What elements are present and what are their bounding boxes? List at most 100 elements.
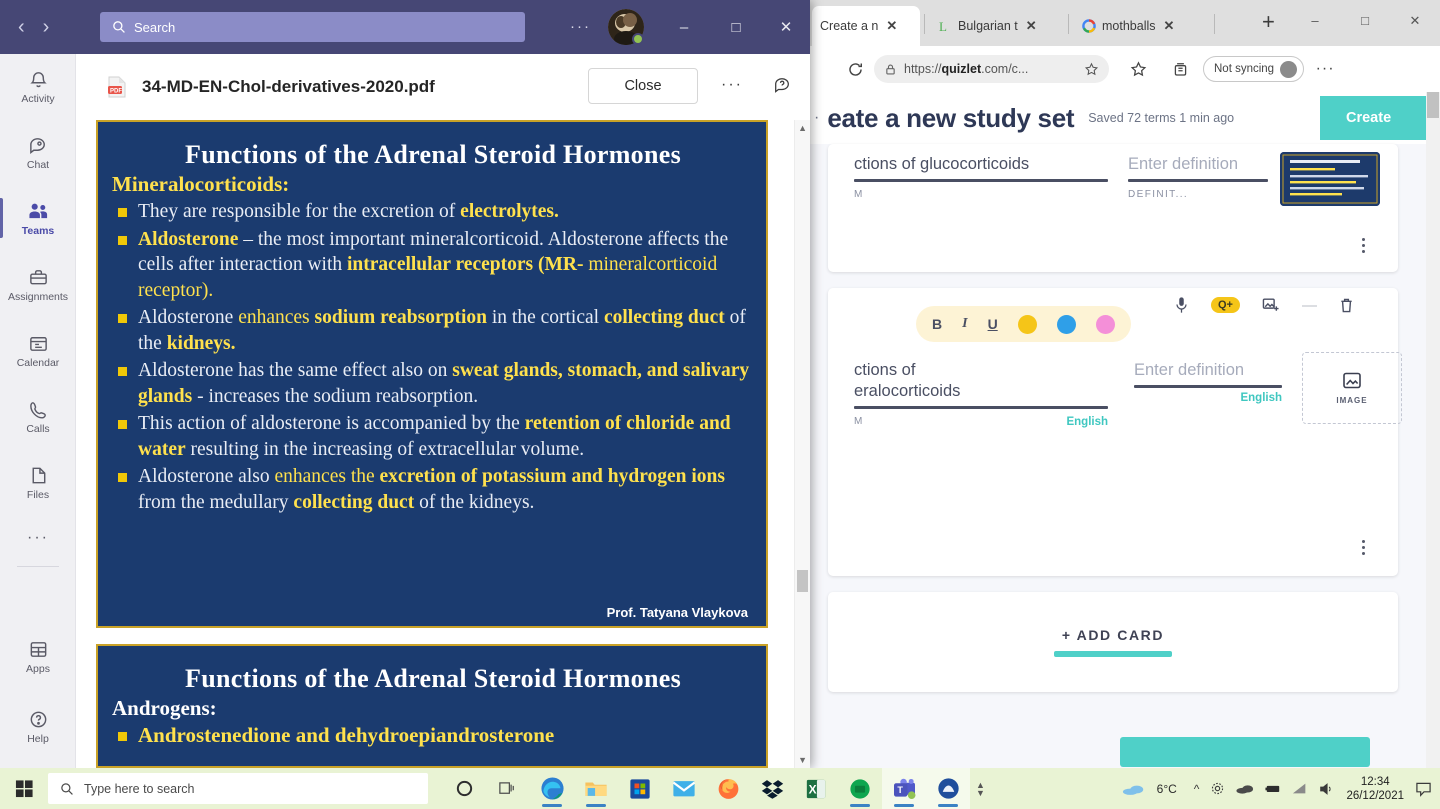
edge-settings-more-icon[interactable]: ···	[1310, 54, 1340, 84]
add-card-section[interactable]: + ADD CARD	[828, 592, 1398, 692]
browser-tab-3[interactable]: mothballs ✕	[1074, 6, 1210, 46]
pdf-document-viewport[interactable]: Functions of the Adrenal Steroid Hormone…	[76, 120, 810, 768]
firefox-logo-icon	[718, 779, 738, 799]
card-options-kebab-2[interactable]	[1362, 540, 1365, 558]
sidebar-item-calls[interactable]: Calls	[0, 384, 76, 450]
tab-close-icon[interactable]: ✕	[1164, 18, 1175, 34]
slide-author: Prof. Tatyana Vlaykova	[606, 605, 748, 620]
volume-icon[interactable]	[1319, 782, 1335, 796]
weather-temperature[interactable]: 6°C	[1157, 782, 1177, 796]
dropbox-icon[interactable]	[750, 768, 794, 809]
bottom-create-button[interactable]	[1120, 737, 1370, 767]
bold-button[interactable]: B	[932, 316, 942, 332]
pdf-scrollbar-thumb[interactable]	[797, 570, 808, 592]
feedback-icon[interactable]	[773, 76, 791, 99]
taskbar-search-box[interactable]: Type here to search	[48, 773, 428, 804]
sidebar-item-teams[interactable]: Teams	[0, 186, 76, 252]
add-image-icon[interactable]	[1262, 297, 1280, 313]
excel-icon[interactable]: X	[794, 768, 838, 809]
definition-placeholder: Enter definition	[1128, 155, 1239, 173]
slide-bullet: Aldosterone – the most important mineral…	[112, 227, 750, 304]
pdf-close-button[interactable]: Close	[588, 68, 698, 104]
settings-gear-icon[interactable]	[1210, 781, 1225, 796]
highlight-pink-button[interactable]	[1095, 314, 1115, 334]
italic-button[interactable]: I	[962, 316, 967, 332]
term-language-label[interactable]: English	[1066, 416, 1108, 428]
blue-circle-app-icon[interactable]	[926, 768, 970, 809]
collections-icon[interactable]	[1165, 54, 1195, 84]
taskbar-clock[interactable]: 12:34 26/12/2021	[1346, 775, 1404, 803]
sidebar-item-chat[interactable]: Chat	[0, 120, 76, 186]
add-image-dropzone[interactable]: IMAGE	[1302, 352, 1402, 424]
back-arrow-icon[interactable]: ‹	[18, 16, 25, 39]
definition-language-label[interactable]: English	[1240, 392, 1282, 404]
term-value-line-2: eralocorticoids	[854, 382, 961, 400]
page-scrollbar[interactable]	[1426, 92, 1440, 768]
edge-icon[interactable]	[530, 768, 574, 809]
teams-more-icon[interactable]: ···	[570, 18, 591, 35]
sidebar-item-files[interactable]: Files	[0, 450, 76, 516]
firefox-icon[interactable]	[706, 768, 750, 809]
usb-icon[interactable]	[1265, 782, 1281, 795]
forward-arrow-icon[interactable]: ›	[43, 16, 50, 39]
onedrive-cloud-icon[interactable]	[1236, 782, 1254, 795]
pdf-more-options-icon[interactable]: ···	[721, 76, 743, 94]
sidebar-item-help[interactable]: Help	[0, 694, 76, 760]
file-explorer-icon[interactable]	[574, 768, 618, 809]
microphone-icon[interactable]	[1174, 296, 1189, 314]
profile-sync-button[interactable]: Not syncing	[1203, 56, 1305, 82]
quizlet-smart-badge[interactable]: Q+	[1211, 297, 1240, 313]
pdf-scrollbar[interactable]: ▲ ▼	[794, 120, 810, 768]
new-tab-button[interactable]: +	[1262, 11, 1275, 33]
tab-close-icon[interactable]: ✕	[1026, 18, 1037, 34]
sidebar-item-assignments[interactable]: Assignments	[0, 252, 76, 318]
taskbar-overflow-arrows[interactable]: ▲ ▼	[976, 780, 985, 797]
tab-close-icon[interactable]: ✕	[886, 18, 897, 34]
highlight-yellow-button[interactable]	[1017, 314, 1037, 334]
browser-tab-1[interactable]: Create a n ✕	[812, 6, 920, 46]
browser-tab-2[interactable]: L Bulgarian t ✕	[930, 6, 1065, 46]
definition-field-2[interactable]: Enter definition English	[1134, 360, 1282, 406]
teams-search-box[interactable]: Search	[100, 12, 525, 42]
task-view-icon[interactable]	[486, 768, 530, 809]
google-icon	[1082, 19, 1096, 33]
edge-maximize-button[interactable]: □	[1345, 8, 1385, 34]
sidebar-item-apps[interactable]: Apps	[0, 624, 76, 690]
collapse-button[interactable]: —	[1302, 297, 1317, 314]
term-field-2[interactable]: ctions of eralocorticoids M English	[854, 360, 1108, 428]
cloud-icon[interactable]	[1122, 781, 1146, 797]
teams-maximize-button[interactable]: □	[714, 12, 758, 42]
cortana-icon[interactable]	[442, 768, 486, 809]
create-set-button[interactable]: Create	[1320, 96, 1440, 140]
sidebar-item-activity[interactable]: Activity	[0, 54, 76, 120]
teams-minimize-button[interactable]: –	[662, 12, 706, 42]
highlight-blue-button[interactable]	[1056, 314, 1076, 334]
favorites-icon[interactable]	[1123, 54, 1153, 84]
mail-icon[interactable]	[662, 768, 706, 809]
green-app-icon[interactable]	[838, 768, 882, 809]
card-options-kebab-1[interactable]	[1362, 238, 1365, 256]
reload-icon[interactable]	[840, 54, 870, 84]
trash-icon[interactable]	[1339, 297, 1354, 314]
notifications-icon[interactable]	[1415, 781, 1432, 797]
teams-close-button[interactable]: ✕	[764, 12, 808, 42]
show-hidden-icons-chevron[interactable]: ^	[1194, 782, 1200, 796]
network-icon[interactable]	[1292, 782, 1308, 795]
edge-close-button[interactable]: ✕	[1395, 8, 1435, 34]
microsoft-store-icon[interactable]	[618, 768, 662, 809]
underline-button[interactable]: U	[988, 316, 998, 332]
add-favorite-icon[interactable]	[1084, 62, 1099, 77]
address-bar[interactable]: https://quizlet.com/c...	[874, 55, 1109, 83]
card-thumbnail-image[interactable]	[1280, 152, 1380, 206]
sidebar-item-more[interactable]: ···	[0, 516, 76, 560]
scroll-up-arrow-icon[interactable]: ▲	[798, 123, 807, 133]
definition-field-1[interactable]: Enter definition DEFINIT...	[1128, 154, 1268, 200]
start-button[interactable]	[0, 768, 48, 809]
teams-icon[interactable]: T	[882, 768, 926, 809]
edge-minimize-button[interactable]: –	[1295, 8, 1335, 34]
page-scrollbar-thumb[interactable]	[1427, 92, 1439, 118]
image-icon	[1343, 372, 1361, 389]
sidebar-item-calendar[interactable]: Calendar	[0, 318, 76, 384]
scroll-down-arrow-icon[interactable]: ▼	[798, 755, 807, 765]
term-field-1[interactable]: ctions of glucocorticoids M	[854, 154, 1108, 200]
